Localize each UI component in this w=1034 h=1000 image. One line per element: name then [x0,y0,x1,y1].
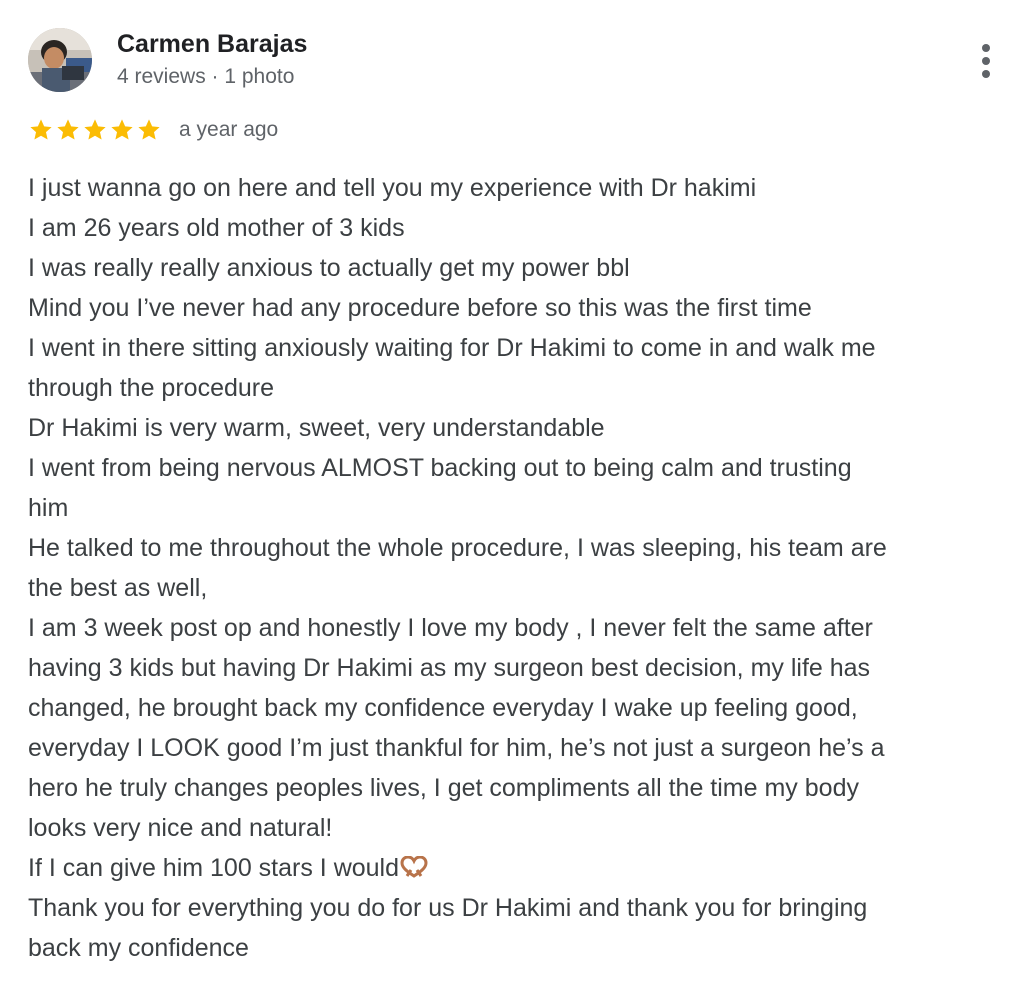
review-card: Carmen Barajas 4 reviews · 1 photo a yea… [0,0,1034,1000]
heart-hands-icon [400,856,428,878]
review-date: a year ago [179,118,279,141]
star-icon [111,119,133,140]
rating-row: a year ago [28,114,278,146]
review-line: If I can give him 100 stars I would [28,848,1008,888]
star-rating [28,117,163,143]
review-line: looks very nice and natural! [28,814,333,842]
reviewer-avatar[interactable] [28,28,92,92]
review-line: I am 26 years old mother of 3 kids [28,214,405,242]
review-line: hero he truly changes peoples lives, I g… [28,774,859,802]
review-line: having 3 kids but having Dr Hakimi as my… [28,654,871,682]
review-line: the best as well, [28,574,208,602]
star-icon [138,119,160,140]
reviewer-meta[interactable]: 4 reviews · 1 photo [117,62,294,92]
review-line: He talked to me throughout the whole pro… [28,534,887,562]
review-line: I went in there sitting anxiously waitin… [28,334,876,362]
review-line: Dr Hakimi is very warm, sweet, very unde… [28,414,605,442]
review-line: I just wanna go on here and tell you my … [28,174,757,202]
review-line: everyday I LOOK good I’m just thankful f… [28,734,885,762]
review-line: changed, he brought back my confidence e… [28,694,858,722]
review-line: back my confidence [28,934,249,962]
review-line: Thank you for everything you do for us D… [28,894,868,922]
review-line: I was really really anxious to actually … [28,254,630,282]
review-text: I just wanna go on here and tell you my … [28,168,1008,968]
star-icon [57,119,79,140]
reviewer-name[interactable]: Carmen Barajas [117,28,307,60]
review-line: Mind you I’ve never had any procedure be… [28,294,812,322]
review-line: I went from being nervous ALMOST backing… [28,454,852,482]
star-icon [30,119,52,140]
review-line: I am 3 week post op and honestly I love … [28,614,873,642]
review-line: him [28,494,69,522]
avatar-photo [28,28,92,92]
more-options-button[interactable] [968,38,1004,84]
star-icon [84,119,106,140]
review-line: through the procedure [28,374,275,402]
